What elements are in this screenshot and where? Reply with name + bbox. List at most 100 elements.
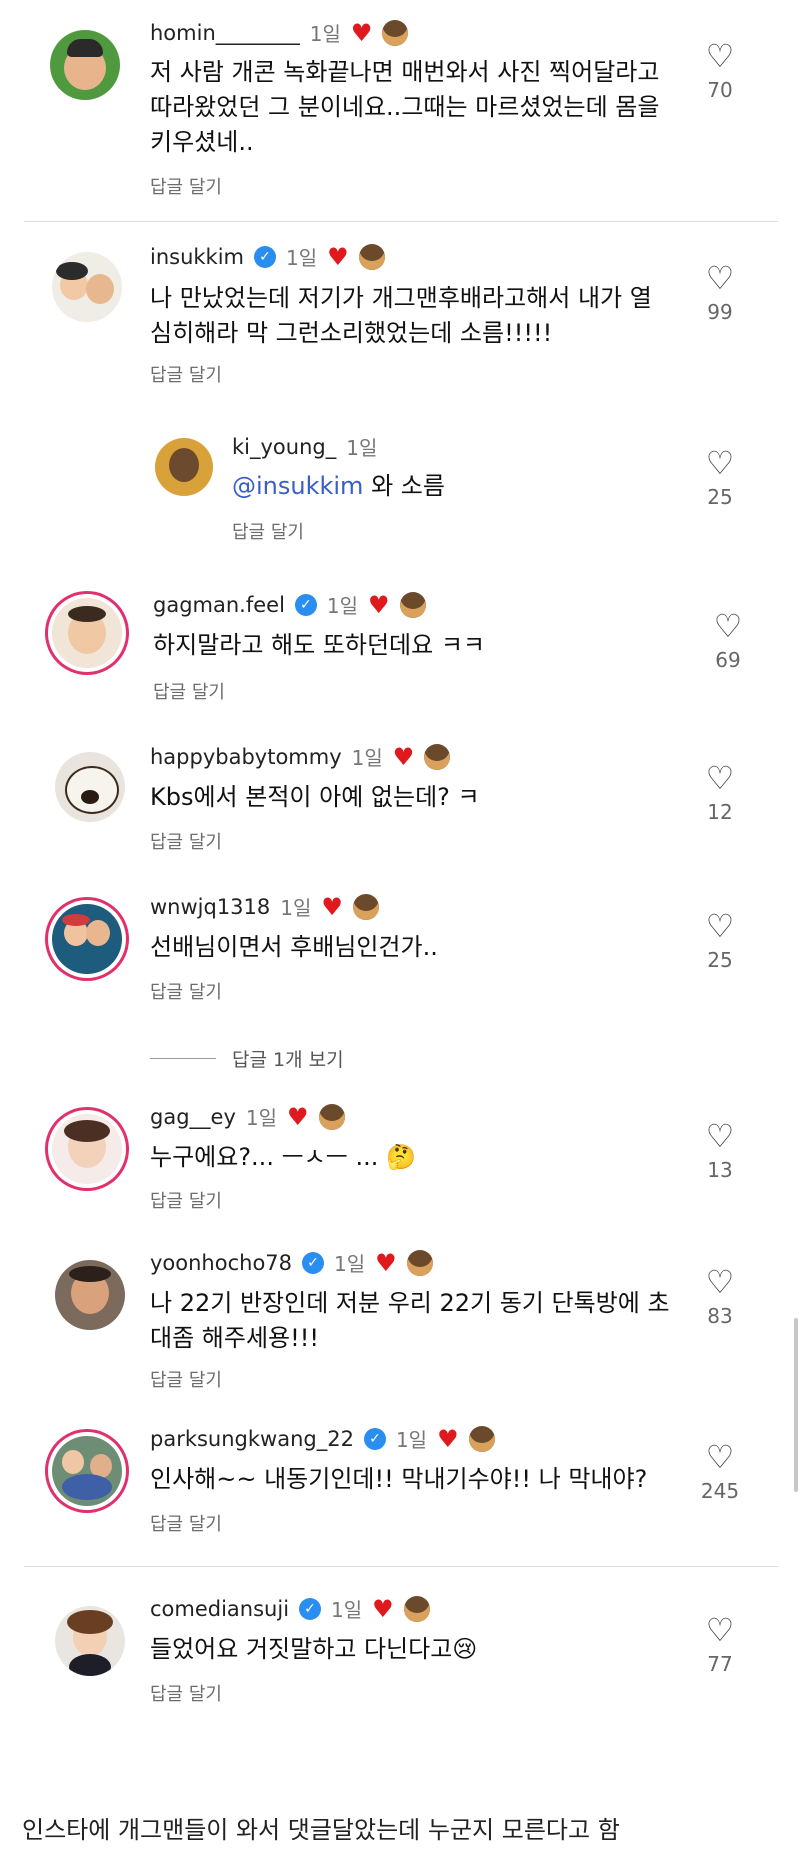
avatar[interactable]	[55, 1260, 125, 1330]
avatar[interactable]	[50, 30, 120, 100]
like-count: 25	[707, 485, 733, 509]
avatar[interactable]	[52, 904, 122, 974]
creator-avatar	[403, 1595, 430, 1622]
reply-button[interactable]: 답글 달기	[153, 678, 225, 704]
reply-button[interactable]: 답글 달기	[150, 1510, 222, 1536]
timestamp: 1일	[346, 436, 378, 460]
timestamp: 1일	[334, 1252, 366, 1276]
username[interactable]: comediansuji	[150, 1597, 289, 1621]
username[interactable]: ki_young_	[232, 435, 336, 459]
creator-avatar	[382, 19, 409, 46]
creator-avatar	[424, 743, 451, 770]
comment-text-line: 저 사람 개콘 녹화끝나면 매번와서 사진 찍어달라고	[150, 58, 660, 86]
username[interactable]: wnwjq1318	[150, 895, 270, 919]
username[interactable]: yoonhocho78	[150, 1251, 292, 1275]
username[interactable]: insukkim	[150, 245, 244, 269]
avatar[interactable]	[52, 252, 122, 322]
timestamp: 1일	[309, 22, 341, 46]
comment-text-line: 심히해라 막 그런소리했었는데 소름!!!!!	[150, 319, 553, 347]
comment-text: 와 소름	[363, 472, 445, 500]
filled-heart-icon: ♥	[327, 242, 349, 271]
verified-badge-icon: ✓	[363, 1427, 386, 1450]
comment-text-line: 들었어요 거짓말하고 다닌다고😢	[150, 1635, 478, 1663]
reply-button[interactable]: 답글 달기	[150, 978, 222, 1004]
avatar[interactable]	[52, 598, 122, 668]
comment-text-line: 나 만났었는데 저기가 개그맨후배라고해서 내가 열	[150, 284, 652, 312]
like-button[interactable]: ♡ 13	[695, 1120, 745, 1182]
avatar[interactable]	[52, 1436, 122, 1506]
avatar[interactable]	[155, 438, 213, 496]
timestamp: 1일	[286, 246, 318, 270]
like-button[interactable]: ♡ 70	[695, 40, 745, 102]
heart-outline-icon: ♡	[705, 1117, 735, 1155]
creator-avatar	[318, 1103, 345, 1130]
reply-button[interactable]: 답글 달기	[150, 828, 222, 854]
username[interactable]: homin________	[150, 21, 300, 45]
filled-heart-icon: ♥	[375, 1248, 397, 1277]
like-button[interactable]: ♡ 83	[695, 1266, 745, 1328]
filled-heart-icon: ♥	[350, 18, 373, 47]
comment-text-line: 하지말라고 해도 또하던데요 ㅋㅋ	[153, 631, 486, 659]
reply-button[interactable]: 답글 달기	[150, 1187, 222, 1213]
heart-outline-icon: ♡	[705, 1611, 735, 1649]
comment-text-line: 누구에요?... ㅡㅅㅡ ... 🤔	[150, 1143, 416, 1171]
filled-heart-icon: ♥	[287, 1102, 309, 1131]
like-button[interactable]: ♡ 25	[695, 447, 745, 509]
like-count: 13	[707, 1158, 733, 1182]
avatar[interactable]	[52, 1114, 122, 1184]
heart-outline-icon: ♡	[705, 444, 735, 482]
heart-outline-icon: ♡	[705, 907, 735, 945]
view-replies-button[interactable]: 답글 1개 보기	[150, 1045, 344, 1072]
like-button[interactable]: ♡ 245	[695, 1441, 745, 1503]
divider	[24, 221, 778, 222]
filled-heart-icon: ♥	[392, 742, 415, 771]
heart-outline-icon: ♡	[705, 1263, 735, 1301]
mention-link[interactable]: @insukkim	[232, 472, 363, 500]
like-button[interactable]: ♡ 25	[695, 910, 745, 972]
filled-heart-icon: ♥	[437, 1424, 459, 1453]
heart-outline-icon: ♡	[705, 759, 735, 797]
avatar[interactable]	[55, 1606, 125, 1676]
timestamp: 1일	[326, 594, 359, 618]
username[interactable]: parksungkwang_22	[150, 1427, 354, 1451]
comment-text-line: 인사해~~ 내동기인데!! 막내기수야!! 나 막내야?	[150, 1465, 648, 1493]
like-count: 70	[707, 78, 733, 102]
reply-button[interactable]: 답글 달기	[150, 1366, 222, 1392]
like-button[interactable]: ♡ 99	[695, 262, 745, 324]
like-count: 69	[715, 648, 741, 672]
like-button[interactable]: ♡ 69	[703, 610, 753, 672]
username[interactable]: gag__ey	[150, 1105, 236, 1129]
verified-badge-icon: ✓	[302, 1251, 325, 1274]
like-count: 12	[707, 800, 733, 824]
reply-button[interactable]: 답글 달기	[150, 361, 222, 387]
username[interactable]: gagman.feel	[153, 593, 285, 617]
verified-badge-icon: ✓	[254, 245, 277, 268]
like-button[interactable]: ♡ 77	[695, 1614, 745, 1676]
like-count: 25	[707, 948, 733, 972]
creator-avatar	[468, 1425, 495, 1452]
like-count: 99	[707, 300, 733, 324]
like-count: 83	[707, 1304, 733, 1328]
timestamp: 1일	[331, 1598, 363, 1622]
reply-button[interactable]: 답글 달기	[232, 518, 304, 544]
timestamp: 1일	[351, 746, 383, 770]
comment-text-line: 선배님이면서 후배님인건가..	[150, 933, 438, 961]
like-button[interactable]: ♡ 12	[695, 762, 745, 824]
comment-text-line: Kbs에서 본적이 아예 없는데? ㅋ	[150, 783, 480, 811]
verified-badge-icon: ✓	[294, 593, 317, 616]
creator-avatar	[352, 893, 379, 920]
creator-avatar	[399, 591, 426, 618]
username[interactable]: happybabytommy	[150, 745, 342, 769]
comment-text-line: 따라왔었던 그 분이네요..그때는 마르셨었는데 몸을	[150, 93, 660, 121]
avatar[interactable]	[55, 752, 125, 822]
filled-heart-icon: ♥	[321, 892, 343, 921]
reply-button[interactable]: 답글 달기	[150, 173, 222, 199]
divider	[150, 1058, 216, 1059]
like-count: 77	[707, 1652, 733, 1676]
heart-outline-icon: ♡	[713, 607, 743, 645]
scrollbar[interactable]	[794, 1318, 798, 1492]
comment-text-line: 대좀 해주세용!!!	[150, 1324, 319, 1352]
post-caption: 인스타에 개그맨들이 와서 댓글달았는데 누군지 모른다고 함	[22, 1816, 620, 1844]
reply-button[interactable]: 답글 달기	[150, 1680, 222, 1706]
verified-badge-icon: ✓	[299, 1597, 322, 1620]
